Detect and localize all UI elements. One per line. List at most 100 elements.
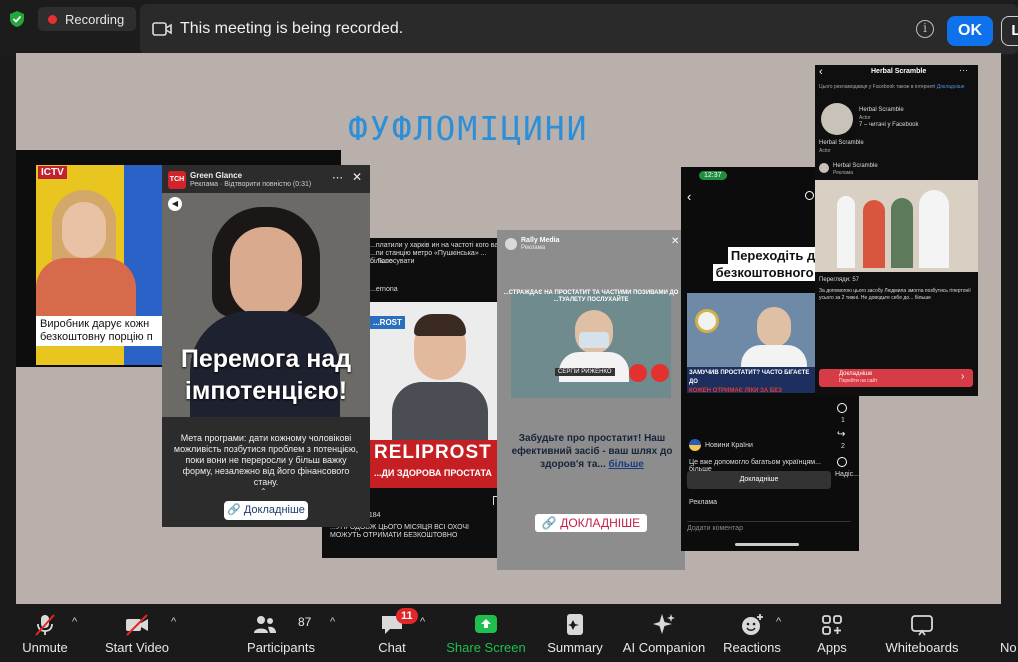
herbal-scramble-ad: ‹ Herbal Scramble ⋯ Цього рекламодавця у…	[815, 65, 978, 396]
reliprost-menu[interactable]: ... Голосувати	[370, 258, 414, 265]
green-glance-name[interactable]: Green Glance	[190, 171, 242, 180]
participants-label: Participants	[247, 640, 315, 655]
comment-field[interactable]: Додати коментар	[687, 521, 851, 532]
herbal-back-icon[interactable]: ‹	[819, 66, 823, 78]
link-icon: 🔗	[227, 504, 241, 516]
rally-body: Забудьте про простатит! Наш ефективний з…	[509, 432, 675, 471]
herbal-photo[interactable]	[815, 180, 978, 272]
rally-link-icon: 🔗	[541, 516, 557, 530]
ictv-logo: ICTV	[38, 166, 67, 179]
unmute-button[interactable]: Unmute	[10, 606, 80, 662]
back-arrow-icon[interactable]: ‹	[687, 189, 691, 204]
whiteboard-icon	[911, 615, 933, 636]
share-screen-label: Share Screen	[446, 640, 526, 655]
learn-more-button[interactable]: 🔗 Докладніше	[224, 501, 308, 520]
herbal-cta-chevron-icon: ›	[961, 371, 965, 382]
people-icon	[253, 616, 276, 633]
novyny-banner: ЗАМУЧИВ ПРОСТАТИТ? ЧАСТО БІГАЄТЕ ДО КОЖЕ…	[687, 367, 817, 394]
tch-logo: TCH	[168, 171, 186, 189]
anchor-hair	[414, 314, 466, 336]
close-icon[interactable]: ✕	[352, 170, 362, 184]
send-label: Надіс...	[835, 471, 859, 478]
novyny-video[interactable]: ЗАМУЧИВ ПРОСТАТИТ? ЧАСТО БІГАЄТЕ ДО КОЖЕ…	[687, 293, 817, 394]
search-icon[interactable]	[805, 191, 814, 200]
rally-cta-label: ДОКЛАДНІШЕ	[560, 516, 641, 530]
unmute-label: Unmute	[22, 640, 68, 655]
herbal-notice-text: Цього рекламодавця у Facebook також в ін…	[819, 84, 936, 90]
rally-more-link[interactable]: більше	[609, 459, 644, 470]
rally-banner-text: ...СТРАЖДАЄ НА ПРОСТАТИТ ТА ЧАСТИМИ ПОЗИ…	[503, 290, 679, 303]
herbal-profile-role: Actor	[859, 115, 871, 121]
novyny-banner-line2: КОЖЕН ОТРИМАЄ ЛІКИ ЗА БЕЗ	[689, 388, 782, 394]
notes-button[interactable]: No	[994, 606, 1018, 662]
herbal-profile-name[interactable]: Herbal Scramble	[859, 107, 904, 113]
novyny-sponsored: Реклама	[689, 499, 718, 506]
video-options-chevron-icon[interactable]: ^	[171, 616, 176, 628]
person-4	[919, 190, 949, 268]
ok-button[interactable]: OK	[947, 16, 993, 46]
reliprost-video[interactable]: ...ROST Reliprost ...ДИ ЗДОРОВА ПРОСТАТА	[370, 302, 511, 488]
novyny-account[interactable]: Новини Країни	[705, 442, 753, 449]
start-video-button[interactable]: Start Video	[100, 606, 174, 662]
rally-avatar	[505, 238, 517, 250]
anchor-suit	[392, 382, 488, 442]
send-icon[interactable]	[837, 457, 847, 467]
apps-button[interactable]: Apps	[806, 606, 858, 662]
share-screen-button[interactable]: Share Screen	[446, 606, 526, 662]
chat-chevron-icon[interactable]: ^	[420, 616, 425, 628]
doctor-name-label: СЕРГІЙ РИЖЕНКО	[555, 368, 615, 376]
doctor2-coat	[741, 345, 807, 369]
participants-chevron-icon[interactable]: ^	[330, 616, 335, 628]
herbal-header: Herbal Scramble	[871, 68, 927, 75]
video-frame[interactable]: ◀ Перемога над імпотенцією!	[162, 193, 370, 417]
emoji-icon	[742, 614, 763, 635]
herbal-more-icon[interactable]: ⋯	[959, 65, 968, 76]
herbal-cta-button[interactable]: Докладніше Перейти на сайт ›	[819, 369, 973, 387]
green-glance-ad: TCH Green Glance Реклама · Відтворити по…	[162, 165, 370, 527]
speaker-face	[230, 227, 302, 317]
green-glance-body: Мета програми: дати кожному чоловікові м…	[173, 433, 359, 487]
rally-close-icon[interactable]: ✕	[671, 236, 679, 247]
emblem-icon	[695, 309, 719, 333]
shield-icon[interactable]	[8, 10, 26, 28]
expand-caret-icon[interactable]: ⌃	[260, 487, 267, 496]
novyny-cta-button[interactable]: Докладніше	[687, 471, 831, 489]
green-glance-meta: Реклама · Відтворити повністю (0:31)	[190, 181, 312, 188]
reactions-chevron-icon[interactable]: ^	[776, 616, 781, 628]
apps-label: Apps	[817, 640, 847, 655]
share-screen-icon	[475, 615, 497, 633]
meeting-toolbar: Unmute ^ Start Video ^ 87 Participants ^…	[0, 606, 1018, 662]
herbal-post-name[interactable]: Herbal Scramble	[833, 163, 878, 169]
sound-icon[interactable]: ◀	[168, 197, 182, 211]
more-options-icon[interactable]: ⋯	[332, 171, 343, 184]
participants-button[interactable]: 87 Participants	[240, 606, 322, 662]
camera-icon	[152, 22, 172, 36]
rally-cta-button[interactable]: 🔗 ДОКЛАДНІШЕ	[535, 514, 647, 532]
shared-screen: ФУФЛОМІЦИНИ ICTV Виробник дарує кожн без…	[0, 53, 1018, 606]
doctor2-head	[757, 307, 791, 347]
info-icon[interactable]: i	[916, 20, 934, 38]
audio-options-chevron-icon[interactable]: ^	[72, 616, 77, 628]
rally-body-text: Забудьте про простатит! Наш ефективний з…	[511, 433, 673, 470]
whiteboards-label: Whiteboards	[885, 640, 959, 655]
like-icon[interactable]	[837, 403, 847, 413]
recording-indicator[interactable]: Recording	[38, 7, 137, 31]
reactions-button[interactable]: Reactions	[718, 606, 786, 662]
novyny-avatar	[689, 439, 701, 451]
ai-companion-button[interactable]: AI Companion	[620, 606, 708, 662]
novyny-cta-label: Докладніше	[739, 476, 779, 483]
share-icon[interactable]: ↪	[837, 429, 845, 440]
rally-name[interactable]: Rally Media	[521, 237, 560, 244]
whiteboards-button[interactable]: Whiteboards	[880, 606, 964, 662]
reliprost-account[interactable]: ...ernona	[370, 286, 398, 293]
reliprost-brand: Reliprost	[374, 442, 492, 463]
status-time: 12:37	[699, 171, 727, 180]
rally-video[interactable]: ...СТРАЖДАЄ НА ПРОСТАТИТ ТА ЧАСТИМИ ПОЗИ…	[504, 290, 678, 398]
learn-more-label: Докладніше	[243, 504, 305, 516]
herbal-notice-link[interactable]: Докладніше	[937, 84, 965, 90]
ictv-caption: Виробник дарує кожн безкоштовну порцію п	[36, 316, 181, 346]
chat-button[interactable]: 11 Chat	[366, 606, 418, 662]
ictv-caption-line2: безкоштовну порцію п	[40, 331, 153, 343]
learn-more-button[interactable]: L	[1001, 16, 1018, 46]
summary-button[interactable]: Summary	[544, 606, 606, 662]
